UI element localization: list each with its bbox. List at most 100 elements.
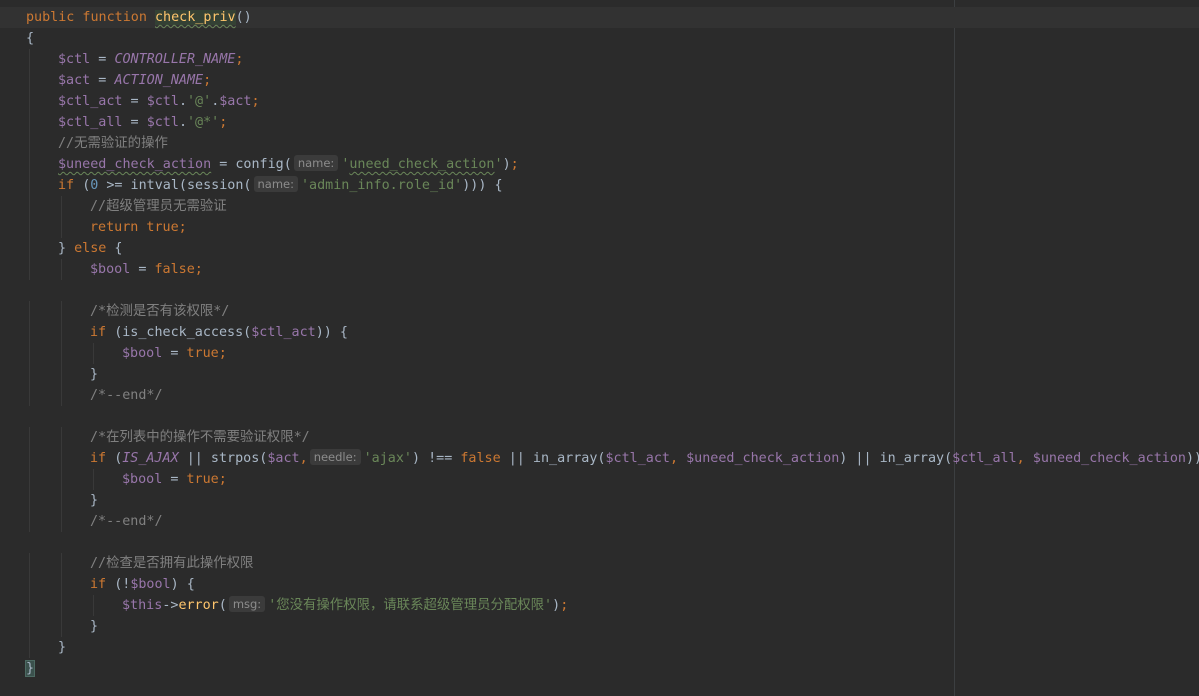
code-token: $act <box>267 451 300 466</box>
code-line[interactable]: /*检测是否有该权限*/ <box>0 301 1199 322</box>
indent-guide <box>61 469 62 490</box>
code-token: false; <box>154 262 203 277</box>
code-token: CONTROLLER_NAME <box>114 52 236 67</box>
code-token: $act <box>58 73 91 88</box>
indent-guide <box>29 70 30 91</box>
code-line[interactable]: $act = ACTION_NAME; <box>0 70 1199 91</box>
code-line[interactable]: //超级管理员无需验证 <box>0 196 1199 217</box>
indent-guide <box>93 595 94 616</box>
code-line[interactable]: } else { <box>0 238 1199 259</box>
indent-guide <box>29 637 30 658</box>
code-line[interactable]: if (is_check_access($ctl_act)) { <box>0 322 1199 343</box>
indent-guide <box>29 490 30 511</box>
code-token: $ctl <box>146 115 179 130</box>
code-editor[interactable]: public function check_priv() { $ctl = CONT… <box>0 0 1199 696</box>
code-token: = <box>90 52 115 67</box>
code-line[interactable]: } <box>0 658 1199 679</box>
code-token: ; <box>510 157 519 172</box>
code-line[interactable] <box>0 406 1199 427</box>
code-text: /*--end*/ <box>90 511 163 532</box>
code-token: >= intval(session( <box>98 178 252 193</box>
code-token: true; <box>186 472 227 487</box>
code-text: } else { <box>58 238 123 259</box>
code-line[interactable]: $bool = true; <box>0 469 1199 490</box>
code-line[interactable]: $this->error(msg: '您没有操作权限，请联系超级管理员分配权限')… <box>0 595 1199 616</box>
code-text: //无需验证的操作 <box>58 133 168 154</box>
code-token: $ctl_act <box>251 325 316 340</box>
code-token: || in_array( <box>500 451 606 466</box>
code-token: = config( <box>211 157 292 172</box>
code-token: } <box>58 640 67 655</box>
code-token: ( <box>218 598 227 613</box>
code-line[interactable]: $bool = false; <box>0 259 1199 280</box>
code-token: } <box>58 241 75 256</box>
indent-guide <box>61 427 62 448</box>
code-line[interactable]: return true; <box>0 217 1199 238</box>
code-text: } <box>58 637 66 658</box>
code-line[interactable] <box>0 280 1199 301</box>
indent-guide <box>29 322 30 343</box>
code-token: '@' <box>187 94 212 109</box>
code-text: } <box>90 364 98 385</box>
code-line[interactable]: /*在列表中的操作不需要验证权限*/ <box>0 427 1199 448</box>
code-line[interactable]: { <box>0 28 1199 49</box>
code-token: $ctl_all <box>58 115 123 130</box>
indent-guide <box>61 343 62 364</box>
parameter-hint: msg: <box>228 596 266 612</box>
indent-guide <box>29 301 30 322</box>
code-token: check_priv <box>155 10 236 25</box>
code-line[interactable]: public function check_priv() <box>0 7 1199 28</box>
code-token: ; <box>251 94 260 109</box>
code-text: public function check_priv() <box>26 7 252 28</box>
code-line[interactable]: } <box>0 616 1199 637</box>
code-token: uneed_check_action <box>349 157 495 172</box>
code-text: if (!$bool) { <box>90 574 195 595</box>
code-line[interactable]: if (0 >= intval(session(name:'admin_info… <box>0 175 1199 196</box>
code-line[interactable]: if (IS_AJAX || strpos($act, needle:'ajax'… <box>0 448 1199 469</box>
code-line[interactable]: if (!$bool) { <box>0 574 1199 595</box>
code-line[interactable]: } <box>0 364 1199 385</box>
code-token: $ctl_act <box>605 451 670 466</box>
code-line[interactable]: } <box>0 490 1199 511</box>
code-line[interactable]: //无需验证的操作 <box>0 133 1199 154</box>
code-token: $bool <box>90 262 131 277</box>
code-token: ; <box>560 598 569 613</box>
code-line[interactable]: $ctl_act = $ctl.'@'.$act; <box>0 91 1199 112</box>
code-token: /*检测是否有该权限*/ <box>90 304 230 319</box>
code-line[interactable]: $ctl_all = $ctl.'@*'; <box>0 112 1199 133</box>
indent-guide <box>29 553 30 574</box>
code-line[interactable]: //检查是否拥有此操作权限 <box>0 553 1199 574</box>
code-token: { <box>26 31 35 46</box>
indent-guide <box>61 574 62 595</box>
code-token: /*--end*/ <box>90 514 163 529</box>
code-line[interactable]: /*--end*/ <box>0 511 1199 532</box>
code-token: (is_check_access( <box>114 325 252 340</box>
code-token: $uneed_check_action <box>686 451 840 466</box>
indent-guide <box>61 259 62 280</box>
code-token: ))) <box>462 178 487 193</box>
code-token: = <box>162 346 187 361</box>
code-text: $this->error(msg: '您没有操作权限，请联系超级管理员分配权限')… <box>122 595 568 616</box>
code-token: 'admin_info.role_id' <box>301 178 463 193</box>
code-text: //超级管理员无需验证 <box>90 196 227 217</box>
code-text: } <box>24 658 36 679</box>
indent-guide <box>29 427 30 448</box>
code-line[interactable]: $ctl = CONTROLLER_NAME; <box>0 49 1199 70</box>
indent-guide <box>29 217 30 238</box>
code-line[interactable]: $bool = true; <box>0 343 1199 364</box>
code-text: } <box>90 616 98 637</box>
code-token: . <box>178 115 187 130</box>
indent-guide <box>29 133 30 154</box>
code-token: )) { <box>315 325 348 340</box>
code-token: $ctl <box>146 94 179 109</box>
code-token: $bool <box>130 577 171 592</box>
code-line[interactable]: } <box>0 637 1199 658</box>
code-token: $ctl <box>58 52 91 67</box>
code-line[interactable]: $uneed_check_action = config(name: 'uneed… <box>0 154 1199 175</box>
indent-guide <box>29 154 30 175</box>
code-text: $act = ACTION_NAME; <box>58 70 211 91</box>
code-line[interactable]: /*--end*/ <box>0 385 1199 406</box>
code-token: else <box>74 241 107 256</box>
code-line[interactable] <box>0 532 1199 553</box>
code-token: /*--end*/ <box>90 388 163 403</box>
